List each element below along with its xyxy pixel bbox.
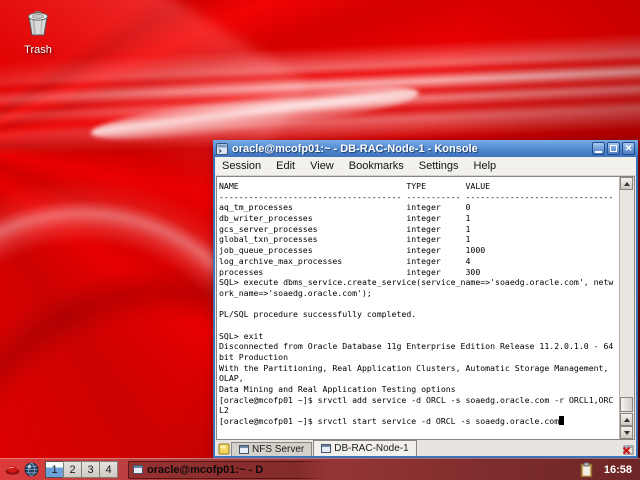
trash-can-icon	[28, 11, 48, 36]
tab-label: NFS Server	[252, 444, 305, 455]
pager-desktop-3[interactable]: 3	[81, 461, 100, 478]
menu-bar: Session Edit View Bookmarks Settings Help	[215, 157, 636, 176]
scroll-up-button-bottom[interactable]	[620, 413, 633, 426]
terminal-line: NAME TYPE VALUE	[219, 181, 491, 191]
menu-view[interactable]: View	[310, 160, 334, 172]
terminal-line: SQL> execute dbms_service.create_service…	[219, 277, 614, 288]
task-button-konsole[interactable]: oracle@mcofp01:~ - D	[128, 460, 333, 479]
menu-edit[interactable]: Edit	[276, 160, 295, 172]
terminal-line: aq_tm_processes integer 0	[219, 202, 471, 213]
terminal-line: Disconnected from Oracle Database 11g En…	[219, 341, 614, 352]
terminal-line: L2	[219, 405, 229, 416]
desktop-pager: 1234	[45, 461, 118, 478]
trash-label: Trash	[24, 44, 52, 56]
tab-bar: NFS Server DB-RAC-Node-1	[216, 440, 635, 456]
terminal-line: bit Production	[219, 352, 289, 362]
terminal-frame: NAME TYPE VALUE -------------------------…	[216, 176, 635, 440]
terminal-cursor	[559, 416, 565, 426]
terminal-line: [oracle@mcofp01 ~]$ srvctl start service…	[219, 416, 619, 427]
scrollbar[interactable]	[619, 177, 634, 439]
pager-desktop-1[interactable]: 1	[45, 461, 64, 478]
klipper-button[interactable]	[579, 461, 595, 478]
window-body: Session Edit View Bookmarks Settings Help NAM…	[215, 157, 636, 456]
terminal-line: PL/SQL procedure successfully completed.	[219, 309, 417, 320]
maximize-icon	[610, 145, 617, 152]
terminal-line: ork_name=>'soaedg.oracle.com');	[219, 287, 372, 298]
redhat-menu-button[interactable]	[4, 462, 20, 478]
new-session-icon	[218, 443, 229, 454]
tab-db-rac-node-1[interactable]: DB-RAC-Node-1	[313, 440, 417, 456]
redhat-icon	[5, 466, 19, 475]
taskbar: 1234 oracle@mcofp01:~ - D 16:58	[0, 458, 640, 480]
session-tabs: NFS Server DB-RAC-Node-1	[231, 440, 418, 456]
minimize-icon	[595, 150, 602, 153]
globe-icon	[24, 462, 38, 477]
task-button-label: oracle@mcofp01:~ - D	[147, 463, 264, 476]
terminal-line: SQL> exit	[219, 330, 264, 341]
terminal-line: job_queue_processes integer 1000	[219, 245, 486, 256]
terminal-line: global_txn_processes integer 1	[219, 234, 471, 245]
konsole-icon	[239, 445, 249, 454]
tab-nfs-server[interactable]: NFS Server	[231, 442, 313, 456]
menu-help[interactable]: Help	[474, 160, 497, 172]
close-icon: ✕	[624, 143, 633, 153]
clock[interactable]: 16:58	[604, 464, 632, 476]
pager-desktop-2[interactable]: 2	[63, 461, 82, 478]
new-session-button[interactable]	[216, 441, 231, 456]
konsole-icon	[216, 142, 228, 155]
terminal-line: gcs_server_processes integer 1	[219, 223, 471, 234]
konsole-window: oracle@mcofp01:~ - DB-RAC-Node-1 - Konso…	[213, 140, 638, 458]
menu-session[interactable]: Session	[222, 160, 261, 172]
maximize-button[interactable]	[607, 142, 620, 155]
terminal-line: OLAP,	[219, 373, 244, 384]
window-buttons: ✕	[592, 142, 635, 155]
window-title: oracle@mcofp01:~ - DB-RAC-Node-1 - Konso…	[232, 142, 478, 155]
window-titlebar[interactable]: oracle@mcofp01:~ - DB-RAC-Node-1 - Konso…	[213, 140, 638, 157]
arrow-down-icon	[623, 430, 630, 435]
close-session-icon	[622, 445, 633, 454]
minimize-button[interactable]	[592, 142, 605, 155]
menu-bookmarks[interactable]: Bookmarks	[349, 160, 404, 172]
terminal-line: With the Partitioning, Real Application …	[219, 362, 609, 373]
scrollbar-thumb[interactable]	[620, 397, 633, 412]
konsole-icon	[133, 465, 143, 474]
pager-desktop-4[interactable]: 4	[99, 461, 118, 478]
terminal-line: db_writer_processes integer 1	[219, 213, 471, 224]
close-session-button[interactable]	[620, 441, 635, 456]
terminal-line: ------------------------------------- --…	[219, 191, 614, 202]
close-button[interactable]: ✕	[622, 142, 635, 155]
terminal-line: log_archive_max_processes integer 4	[219, 255, 471, 266]
clipboard-icon	[580, 461, 593, 477]
terminal-line: Data Mining and Real Application Testing…	[219, 384, 456, 395]
trash-desktop-icon[interactable]: Trash	[14, 8, 62, 56]
tab-label: DB-RAC-Node-1	[334, 443, 409, 454]
web-browser-button[interactable]	[23, 462, 39, 478]
terminal-output[interactable]: NAME TYPE VALUE -------------------------…	[217, 177, 619, 439]
terminal-line: processes integer 300	[219, 266, 481, 277]
menu-settings[interactable]: Settings	[419, 160, 459, 172]
konsole-icon	[321, 444, 332, 453]
desktop: Trash oracle@mcofp01:~ - DB-RAC-Node-1 -…	[0, 0, 640, 480]
scroll-up-button[interactable]	[620, 177, 633, 190]
arrow-up-icon	[623, 181, 630, 186]
arrow-up-icon	[623, 417, 630, 422]
scroll-down-button[interactable]	[620, 426, 633, 439]
terminal-line: [oracle@mcofp01 ~]$ srvctl add service -…	[219, 394, 614, 405]
